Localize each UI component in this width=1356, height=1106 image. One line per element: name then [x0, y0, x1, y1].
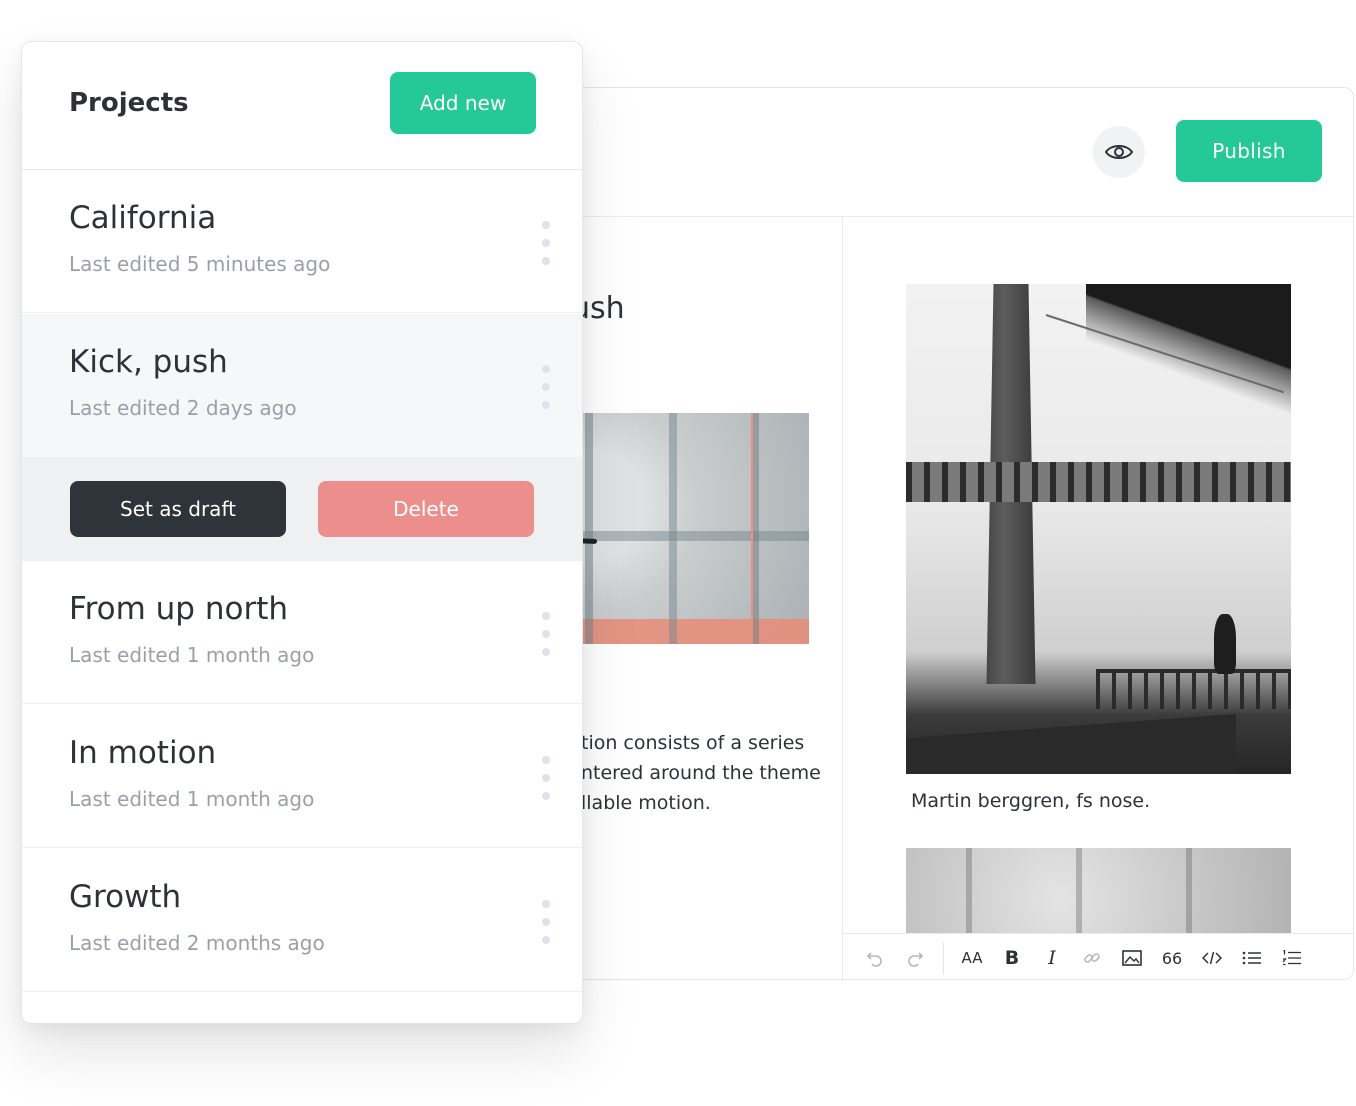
project-name: From up north [69, 591, 288, 627]
project-item[interactable]: California Last edited 5 minutes ago [22, 170, 582, 313]
projects-panel: Projects Add new California Last edited … [21, 41, 583, 1024]
editor-header: Publish [561, 88, 1353, 217]
project-last-edited: Last edited 2 months ago [69, 931, 325, 955]
code-icon[interactable] [1192, 938, 1232, 978]
photo-ledge [906, 714, 1236, 774]
more-options-icon[interactable] [539, 900, 553, 944]
project-last-edited: Last edited 2 days ago [69, 396, 297, 420]
image-rope [751, 413, 753, 644]
more-options-icon[interactable] [539, 221, 553, 265]
font-size-icon[interactable]: AA [952, 938, 992, 978]
editor-window: Publish Kick, push xxxxxxxl xxxxxxxon ti… [560, 87, 1354, 980]
bullet-list-icon[interactable] [1232, 938, 1272, 978]
document-image-skater-wall[interactable] [561, 413, 809, 644]
bridge-photo [906, 284, 1291, 774]
photo-railing [1096, 669, 1291, 709]
numbered-list-icon[interactable] [1272, 938, 1312, 978]
redo-icon[interactable] [895, 938, 935, 978]
link-icon[interactable] [1072, 938, 1112, 978]
document-editor-pane[interactable]: Kick, push xxxxxxxl xxxxxxxon tion consi… [561, 217, 843, 979]
document-preview-pane: Martin berggren, fs nose. [843, 217, 1353, 933]
photo-skater [1214, 614, 1236, 674]
project-name: California [69, 200, 217, 236]
quote-icon[interactable]: 66 [1152, 938, 1192, 978]
project-item-selected[interactable]: Kick, push Last edited 2 days ago [22, 314, 582, 457]
undo-icon[interactable] [855, 938, 895, 978]
paragraph-line: tion consists of a series [581, 732, 805, 754]
eye-icon [1104, 145, 1134, 159]
photo-overpass [1086, 284, 1291, 434]
bold-icon[interactable]: B [992, 938, 1032, 978]
paragraph-line: llable motion. [581, 792, 711, 814]
set-as-draft-button[interactable]: Set as draft [70, 481, 286, 537]
project-last-edited: Last edited 1 month ago [69, 787, 315, 811]
photo-bridge-deck [906, 462, 1291, 502]
more-options-icon[interactable] [539, 365, 553, 409]
project-last-edited: Last edited 1 month ago [69, 643, 315, 667]
project-name: In motion [69, 735, 217, 771]
publish-button[interactable]: Publish [1176, 120, 1322, 182]
document-paragraph[interactable]: tion consists of a series ntered around … [561, 728, 821, 818]
project-name: Kick, push [69, 344, 228, 380]
project-item[interactable]: Growth Last edited 2 months ago [22, 849, 582, 992]
projects-header: Projects Add new [22, 42, 582, 170]
formatting-toolbar: AA B I 66 [843, 933, 1353, 979]
delete-button[interactable]: Delete [318, 481, 534, 537]
image-icon[interactable] [1112, 938, 1152, 978]
toolbar-divider [943, 942, 944, 974]
wall-photo [906, 848, 1291, 933]
project-name: Growth [69, 879, 182, 915]
project-item[interactable]: In motion Last edited 1 month ago [22, 705, 582, 848]
more-options-icon[interactable] [539, 612, 553, 656]
preview-button[interactable] [1093, 126, 1145, 178]
photo-caption: Martin berggren, fs nose. [911, 790, 1151, 812]
more-options-icon[interactable] [539, 756, 553, 800]
italic-icon[interactable]: I [1032, 938, 1072, 978]
project-item[interactable]: From up north Last edited 1 month ago [22, 561, 582, 704]
project-last-edited: Last edited 5 minutes ago [69, 252, 331, 276]
paragraph-line: ntered around the theme [581, 762, 821, 784]
project-actions: Set as draft Delete [22, 457, 582, 561]
panel-title: Projects [69, 88, 189, 118]
add-new-button[interactable]: Add new [390, 72, 536, 134]
